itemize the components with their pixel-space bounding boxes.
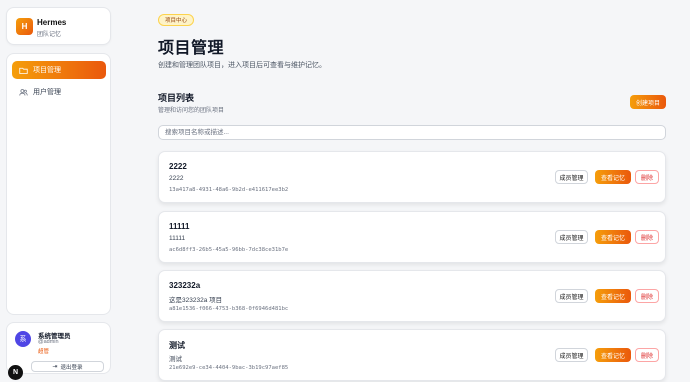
- brand-title: Hermes: [37, 18, 67, 27]
- project-id: 21e692e9-ce34-4404-9bac-3b19c97aef85: [169, 365, 289, 371]
- view-memory-button[interactable]: 查看记忆: [595, 348, 631, 362]
- section-title: 项目列表: [158, 93, 195, 103]
- project-id: 13a417a8-4931-48a6-9b2d-e411617ee3b2: [169, 187, 289, 193]
- sidebar-item-users[interactable]: 用户管理: [12, 83, 106, 101]
- members-button[interactable]: 成员管理: [555, 230, 588, 244]
- delete-button[interactable]: 删除: [635, 170, 659, 184]
- section-pill: 项目中心: [158, 14, 195, 26]
- logout-button[interactable]: ⇥ 退出登录: [31, 361, 104, 372]
- project-description: 测试: [169, 356, 182, 363]
- project-name: 测试: [169, 341, 185, 350]
- project-name: 2222: [169, 162, 187, 171]
- users-icon: [19, 88, 28, 97]
- project-id: a81e1536-f066-4753-b368-0f6946d481bc: [169, 306, 289, 312]
- sidebar-item-label: 用户管理: [33, 89, 61, 96]
- section-subtitle: 管理和访问您的团队项目: [158, 108, 225, 114]
- user-card: 系 系统管理员 @admin 超管 ⇥ 退出登录: [6, 322, 111, 374]
- members-button[interactable]: 成员管理: [555, 289, 588, 303]
- project-card: 11111 11111 ac6d8ff3-26b5-45a5-96bb-7dc3…: [158, 211, 666, 263]
- project-name: 11111: [169, 222, 190, 231]
- view-memory-button[interactable]: 查看记忆: [595, 170, 631, 184]
- sidebar-item-projects[interactable]: 项目管理: [12, 61, 106, 79]
- project-description: 11111: [169, 235, 186, 242]
- main-content: 项目中心 项目管理 创建和管理团队项目，进入项目后可查看与维护记忆。 项目列表 …: [158, 0, 668, 382]
- project-card: 323232a 这是323232a 项目 a81e1536-f066-4753-…: [158, 270, 666, 322]
- page-title: 项目管理: [158, 40, 225, 57]
- user-handle: @admin: [38, 339, 59, 345]
- view-memory-button[interactable]: 查看记忆: [595, 230, 631, 244]
- logout-label: 退出登录: [60, 364, 83, 371]
- project-description: 这是323232a 项目: [169, 297, 223, 304]
- corner-badge[interactable]: N: [8, 365, 23, 380]
- avatar: 系: [15, 331, 31, 347]
- delete-button[interactable]: 删除: [635, 289, 659, 303]
- members-button[interactable]: 成员管理: [555, 348, 588, 362]
- delete-button[interactable]: 删除: [635, 348, 659, 362]
- nav-menu: 项目管理 用户管理: [6, 53, 111, 315]
- brand-card: H Hermes 团队记忆: [6, 7, 111, 45]
- sidebar: H Hermes 团队记忆 项目管理 用户管理 系 系统管理员 @admin 超…: [0, 0, 118, 382]
- sidebar-item-label: 项目管理: [33, 67, 61, 74]
- delete-button[interactable]: 删除: [635, 230, 659, 244]
- folder-icon: [19, 66, 28, 75]
- project-description: 2222: [169, 175, 184, 182]
- view-memory-button[interactable]: 查看记忆: [595, 289, 631, 303]
- project-name: 323232a: [169, 281, 201, 290]
- user-role-badge: 超管: [38, 349, 50, 355]
- search-input[interactable]: [158, 125, 666, 140]
- page-description: 创建和管理团队项目，进入项目后可查看与维护记忆。: [158, 62, 326, 69]
- brand-subtitle: 团队记忆: [37, 32, 62, 38]
- logout-icon: ⇥: [52, 364, 58, 370]
- brand-logo: H: [16, 18, 33, 35]
- project-card: 2222 2222 13a417a8-4931-48a6-9b2d-e41161…: [158, 151, 666, 203]
- create-project-button[interactable]: 创建项目: [630, 95, 666, 109]
- project-card: 测试 测试 21e692e9-ce34-4404-9bac-3b19c97aef…: [158, 329, 666, 381]
- project-id: ac6d8ff3-26b5-45a5-96bb-7dc38ce31b7e: [169, 247, 289, 253]
- members-button[interactable]: 成员管理: [555, 170, 588, 184]
